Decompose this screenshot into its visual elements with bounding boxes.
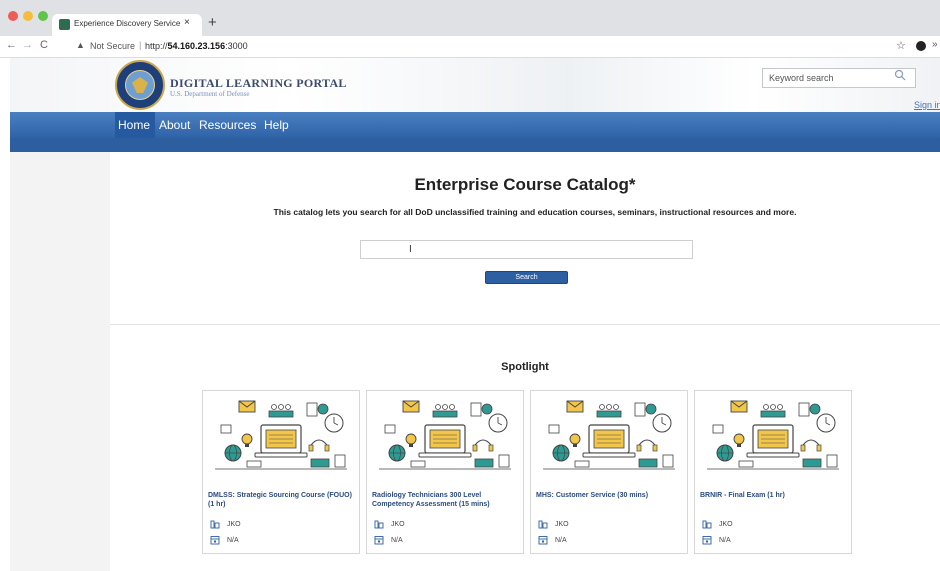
- course-card[interactable]: BRNIR - Final Exam (1 hr) JKO N/A: [694, 390, 852, 554]
- nav-about[interactable]: About: [159, 118, 190, 132]
- catalog-search-input[interactable]: I: [360, 240, 693, 259]
- url-text[interactable]: http://54.160.23.156:3000: [145, 41, 248, 51]
- section-divider: [110, 324, 940, 325]
- site-header: DIGITAL LEARNING PORTAL U.S. Department …: [10, 58, 940, 112]
- provider-icon: [374, 520, 384, 529]
- keyword-search-input[interactable]: Keyword search: [762, 68, 916, 88]
- provider-label: JKO: [227, 521, 241, 528]
- tab-title: Experience Discovery Service: [74, 19, 181, 28]
- new-tab-button[interactable]: +: [208, 15, 217, 30]
- provider-label: JKO: [719, 521, 733, 528]
- browser-tab[interactable]: Experience Discovery Service ×: [52, 14, 202, 36]
- course-illustration[interactable]: [375, 395, 515, 475]
- nav-home[interactable]: Home: [118, 118, 150, 132]
- sign-in-link[interactable]: Sign in: [914, 100, 940, 110]
- nav-lower-band: [10, 138, 940, 152]
- more-icon[interactable]: »: [932, 39, 938, 50]
- nav-help[interactable]: Help: [264, 118, 289, 132]
- keyword-search-placeholder: Keyword search: [769, 73, 834, 83]
- back-icon[interactable]: ←: [6, 39, 17, 51]
- course-title-link[interactable]: DMLSS: Strategic Sourcing Course (FOUO) …: [208, 491, 358, 509]
- course-illustration[interactable]: [539, 395, 679, 475]
- course-title-link[interactable]: BRNIR - Final Exam (1 hr): [700, 491, 850, 500]
- bookmark-star-icon[interactable]: ☆: [896, 39, 906, 52]
- duration-label: N/A: [391, 537, 403, 544]
- duration-label: N/A: [555, 537, 567, 544]
- provider-label: JKO: [555, 521, 569, 528]
- catalog-description: This catalog lets you search for all DoD…: [273, 207, 797, 217]
- duration-label: N/A: [227, 537, 239, 544]
- url-separator: |: [139, 40, 142, 50]
- text-cursor-icon: I: [409, 244, 412, 255]
- seal-inner: [125, 70, 155, 100]
- forward-icon[interactable]: →: [22, 39, 33, 51]
- spotlight-heading: Spotlight: [501, 361, 549, 373]
- search-icon[interactable]: [894, 69, 906, 81]
- duration-label: N/A: [719, 537, 731, 544]
- favicon-icon: [59, 19, 70, 30]
- provider-label: JKO: [391, 521, 405, 528]
- maximize-window-button[interactable]: [38, 11, 48, 21]
- extension-icon[interactable]: [916, 41, 926, 51]
- calendar-icon: [538, 536, 548, 545]
- close-window-button[interactable]: [8, 11, 18, 21]
- provider-icon: [210, 520, 220, 529]
- left-gutter: [10, 152, 110, 571]
- search-button[interactable]: Search: [485, 271, 568, 284]
- calendar-icon: [374, 536, 384, 545]
- calendar-icon: [210, 536, 220, 545]
- portal-subtitle: U.S. Department of Defense: [170, 90, 250, 98]
- nav-resources[interactable]: Resources: [199, 118, 256, 132]
- not-secure-label[interactable]: Not Secure: [90, 41, 135, 51]
- course-illustration[interactable]: [703, 395, 843, 475]
- course-title-link[interactable]: Radiology Technicians 300 Level Competen…: [372, 491, 522, 509]
- course-card[interactable]: MHS: Customer Service (30 mins) JKO N/A: [530, 390, 688, 554]
- course-illustration[interactable]: [211, 395, 351, 475]
- calendar-icon: [702, 536, 712, 545]
- address-bar: ← → C ▲ Not Secure | http://54.160.23.15…: [0, 36, 940, 58]
- portal-title[interactable]: DIGITAL LEARNING PORTAL: [170, 76, 347, 91]
- main-nav: Home About Resources Help: [10, 112, 940, 138]
- browser-tabstrip: Experience Discovery Service × +: [0, 0, 940, 36]
- eagle-icon: [132, 77, 148, 93]
- dod-seal-logo[interactable]: [115, 60, 165, 110]
- provider-icon: [538, 520, 548, 529]
- provider-icon: [702, 520, 712, 529]
- warning-icon: ▲: [76, 40, 85, 50]
- course-card[interactable]: DMLSS: Strategic Sourcing Course (FOUO) …: [202, 390, 360, 554]
- tab-close-icon[interactable]: ×: [184, 17, 190, 28]
- course-title-link[interactable]: MHS: Customer Service (30 mins): [536, 491, 686, 500]
- reload-icon[interactable]: C: [40, 39, 48, 51]
- minimize-window-button[interactable]: [23, 11, 33, 21]
- course-card[interactable]: Radiology Technicians 300 Level Competen…: [366, 390, 524, 554]
- page-title: Enterprise Course Catalog*: [414, 175, 636, 194]
